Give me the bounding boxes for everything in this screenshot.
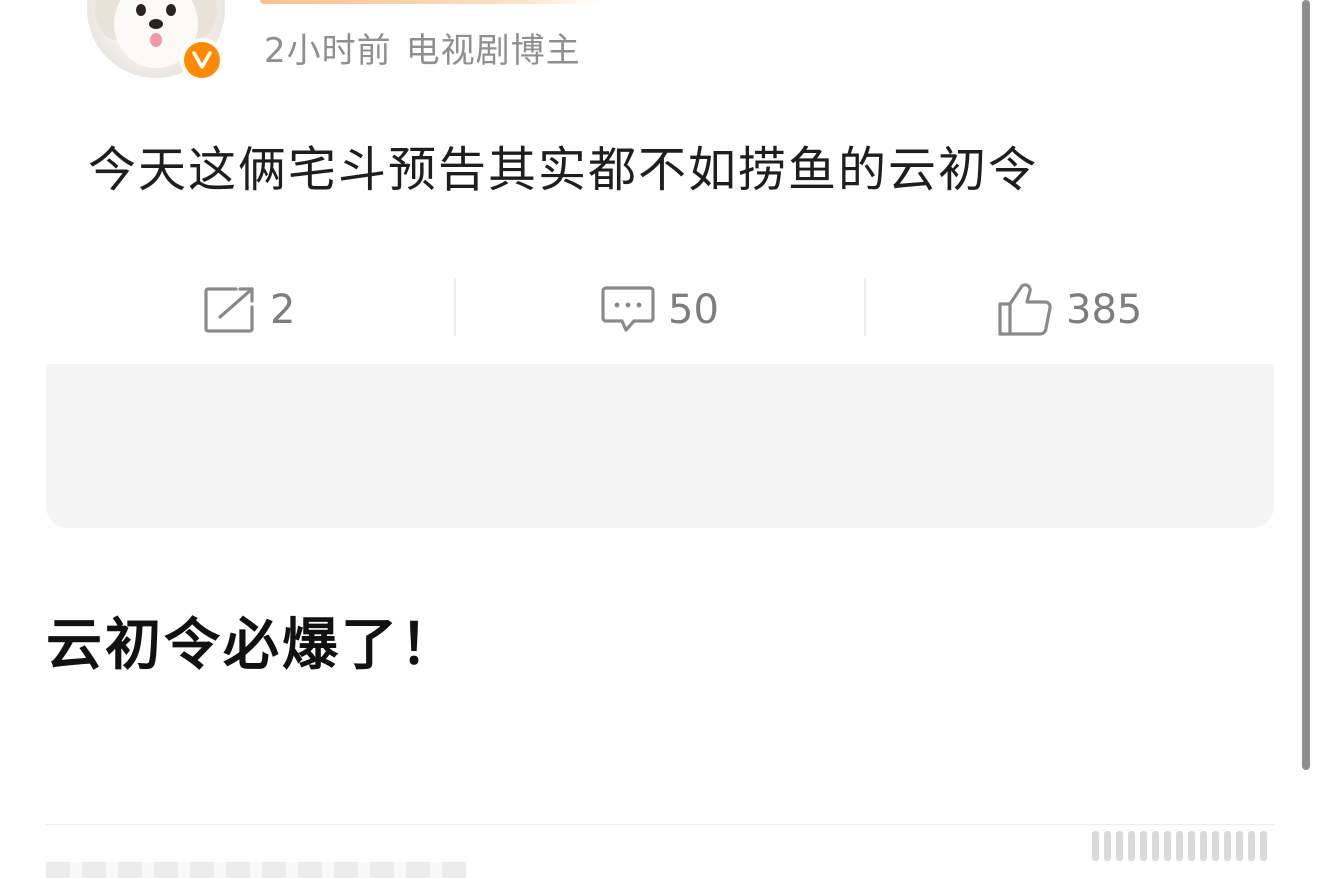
page-indicator-bar xyxy=(1116,831,1123,861)
comment-button[interactable]: 50 xyxy=(600,270,719,350)
card-media-placeholder xyxy=(46,364,1274,528)
v-letter-icon xyxy=(192,51,212,69)
page-indicator-bar xyxy=(1200,831,1207,861)
action-divider xyxy=(454,278,456,336)
page-indicator-bar xyxy=(1152,831,1159,861)
page-indicator-bar xyxy=(1128,831,1135,861)
page-indicator-bar xyxy=(1212,831,1219,861)
post-text: 今天这俩宅斗预告其实都不如捞鱼的云初令 xyxy=(88,142,1039,198)
thumbs-up-icon xyxy=(998,283,1052,336)
post-headline: 云初令必爆了！ xyxy=(46,613,459,678)
page-indicator-bar xyxy=(1092,831,1099,861)
post-time: 2小时前 xyxy=(264,31,392,71)
action-divider xyxy=(864,278,866,336)
page-indicator-bar xyxy=(1224,831,1231,861)
page-indicator-bar xyxy=(1164,831,1171,861)
verified-badge-icon xyxy=(180,38,224,82)
comment-count: 50 xyxy=(668,287,719,333)
page-indicator xyxy=(1092,826,1267,866)
author-tag: 电视剧博主 xyxy=(405,31,581,71)
share-icon xyxy=(204,287,254,333)
post-action-bar: 2 50 385 xyxy=(46,270,1274,350)
footer-text-clipped xyxy=(46,862,466,878)
page-indicator-bar xyxy=(1104,831,1111,861)
author-name-clipped[interactable] xyxy=(260,0,600,4)
like-count: 385 xyxy=(1066,287,1143,333)
repost-button[interactable]: 2 xyxy=(202,270,295,350)
page-indicator-bar xyxy=(1236,831,1243,861)
footer-divider xyxy=(46,824,1274,825)
embedded-post-card[interactable]: 2小时前 电视剧博主 今天这俩宅斗预告其实都不如捞鱼的云初令 2 50 385 xyxy=(46,0,1274,528)
like-button[interactable]: 385 xyxy=(996,270,1142,350)
page-indicator-bar xyxy=(1140,831,1147,861)
repost-count: 2 xyxy=(270,287,296,333)
page-indicator-bar xyxy=(1260,831,1267,861)
comment-icon xyxy=(601,286,655,332)
page-indicator-bar xyxy=(1248,831,1255,861)
vertical-scrollbar[interactable] xyxy=(1302,0,1310,770)
post-meta: 2小时前 电视剧博主 xyxy=(264,23,581,72)
page-indicator-bar xyxy=(1188,831,1195,861)
page-indicator-bar xyxy=(1176,831,1183,861)
